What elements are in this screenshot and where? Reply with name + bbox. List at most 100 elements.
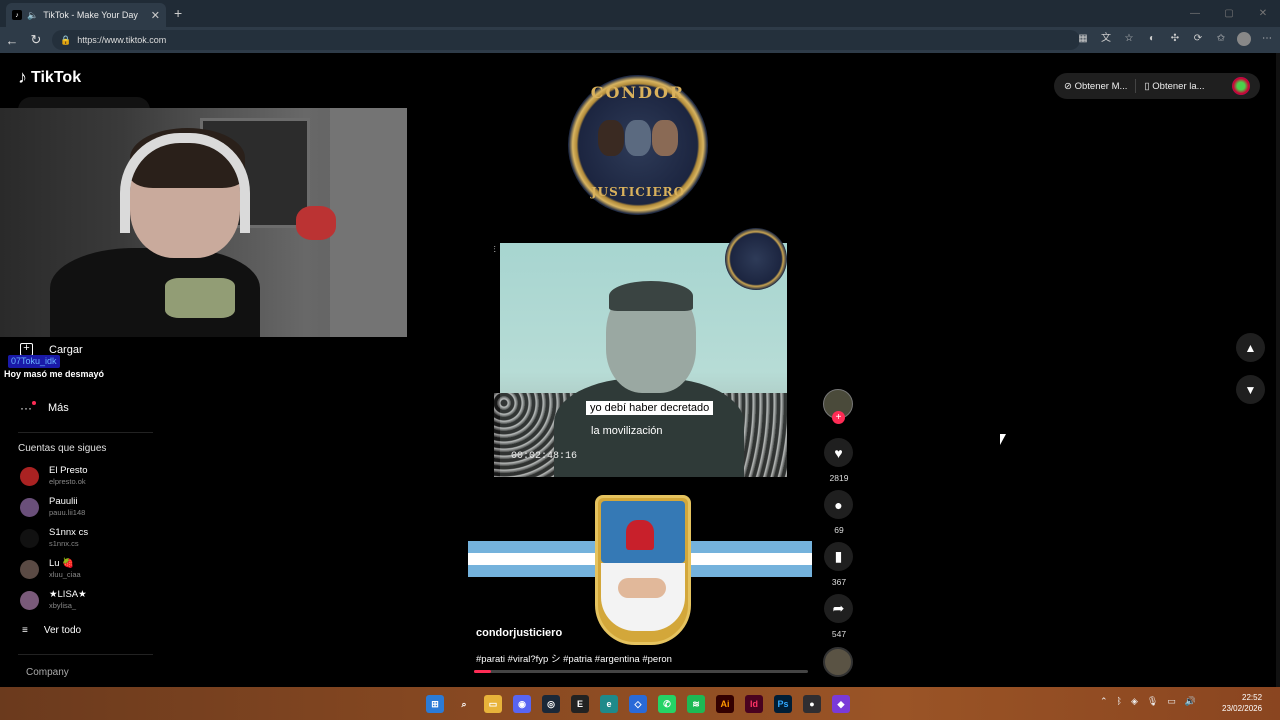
tiktok-note-icon: ♪ <box>18 67 27 87</box>
minimize-button[interactable]: — <box>1178 0 1212 27</box>
mouse-cursor-icon <box>1000 434 1006 445</box>
avatar <box>20 591 39 610</box>
sync-icon[interactable]: ⟳ <box>1191 32 1205 46</box>
divider <box>1135 79 1137 93</box>
microphone-icon[interactable]: 🎙 <box>1147 696 1158 707</box>
save-button[interactable]: ▮ <box>824 542 853 571</box>
tab-title: TikTok - Make Your Day <box>43 10 138 20</box>
extension-icon[interactable]: ◐ <box>1145 32 1159 46</box>
browser-titlebar: ♪ 🔈 TikTok - Make Your Day ✕ + — ▢ ✕ <box>0 0 1280 27</box>
menu-dots-icon[interactable]: ⋯ <box>1260 32 1274 46</box>
avatar <box>20 529 39 548</box>
tiktok-logo[interactable]: ♪ TikTok <box>18 67 81 88</box>
illustrator-icon[interactable]: Ai <box>716 695 734 713</box>
account-name: Pauulii <box>49 496 78 507</box>
new-tab-button[interactable]: + <box>174 5 182 21</box>
peronist-shield <box>595 495 691 645</box>
like-count: 2819 <box>829 473 849 483</box>
bluetooth-icon[interactable]: ᛒ <box>1117 696 1122 707</box>
address-bar-row: ← ↻ 🔒 https://www.tiktok.com ▦ 文 ☆ ◐ ✣ ⟳… <box>0 27 1280 53</box>
whatsapp-icon[interactable]: ✆ <box>658 695 676 713</box>
video-progress-bar[interactable] <box>474 670 808 673</box>
top-right-buttons: ⊘ Obtener M... ▯ Obtener la... <box>1054 73 1260 99</box>
speaker-icon[interactable]: 🔈 <box>27 10 38 21</box>
like-button[interactable]: ♥ <box>824 438 853 467</box>
close-window-button[interactable]: ✕ <box>1246 0 1280 27</box>
following-account[interactable]: Lu 🍓 xluu_ciaa <box>20 558 150 582</box>
user-avatar[interactable] <box>1232 77 1250 95</box>
heart-icon: ♥ <box>834 444 843 461</box>
indesign-icon[interactable]: Id <box>745 695 763 713</box>
video-caption[interactable]: #parati #viral?fyp シ #patria #argentina … <box>476 651 672 665</box>
music-disc-icon[interactable] <box>823 647 853 677</box>
grid-icon[interactable]: ▦ <box>1076 32 1090 46</box>
share-arrow-icon: ➦ <box>832 600 845 616</box>
follow-plus-icon[interactable]: + <box>832 411 845 424</box>
get-app-button[interactable]: ▯ Obtener la... <box>1144 81 1204 92</box>
photoshop-icon[interactable]: Ps <box>774 695 792 713</box>
file-explorer-icon[interactable]: ▭ <box>484 695 502 713</box>
avatar <box>20 467 39 486</box>
windows-start-icon[interactable]: ⊞ <box>426 695 444 713</box>
favorites-icon[interactable]: ✩ <box>1214 32 1228 46</box>
profile-icon[interactable] <box>1237 32 1251 46</box>
avatar <box>20 498 39 517</box>
previous-video-button[interactable]: ▲ <box>1236 333 1265 362</box>
video-progress-fill <box>474 670 491 673</box>
discord-icon[interactable]: ◉ <box>513 695 531 713</box>
page-scrollbar[interactable] <box>1276 53 1280 687</box>
browser-tab[interactable]: ♪ 🔈 TikTok - Make Your Day ✕ <box>6 3 166 27</box>
url-field[interactable]: 🔒 https://www.tiktok.com <box>52 30 1080 50</box>
video-player[interactable]: CONDOR JUSTICIERO PE yo debí haber decre… <box>468 53 812 679</box>
next-video-button[interactable]: ▼ <box>1236 375 1265 404</box>
app-icon[interactable]: ◆ <box>832 695 850 713</box>
video-creator-name[interactable]: condorjusticiero <box>476 627 562 639</box>
phrygian-cap <box>626 520 654 550</box>
comment-count: 69 <box>834 525 844 535</box>
steam-icon[interactable]: ◎ <box>542 695 560 713</box>
volume-icon[interactable]: 🔊 <box>1185 696 1196 707</box>
refresh-icon[interactable]: ↻ <box>24 32 48 48</box>
more-label: Más <box>48 402 69 414</box>
comment-button[interactable]: ● <box>824 490 853 519</box>
tab-close-button[interactable]: ✕ <box>151 9 160 22</box>
following-account[interactable]: S1nnx cs s1nnx.cs <box>20 527 150 551</box>
maximize-button[interactable]: ▢ <box>1212 0 1246 27</box>
windows-taskbar: ⊞ ⌕ ▭ ◉ ◎ E e ◇ ✆ ≋ Ai Id Ps ● ◆ ⌃ ᛒ ◈ 🎙… <box>0 687 1280 720</box>
chevron-up-icon[interactable]: ⌃ <box>1100 696 1108 707</box>
edge-icon[interactable]: e <box>600 695 618 713</box>
list-icon: ≡ <box>22 625 28 636</box>
epic-games-icon[interactable]: E <box>571 695 589 713</box>
tiktok-favicon-icon: ♪ <box>12 10 22 20</box>
share-count: 547 <box>831 629 847 639</box>
star-icon[interactable]: ☆ <box>1122 32 1136 46</box>
browser-icon[interactable]: ◇ <box>629 695 647 713</box>
logo-top-text: CONDOR <box>590 83 686 102</box>
defender-icon[interactable]: ◈ <box>1131 696 1138 707</box>
share-button[interactable]: ➦ <box>824 594 853 623</box>
company-link[interactable]: Company <box>26 667 69 678</box>
back-arrow-icon[interactable]: ← <box>0 33 24 48</box>
lock-icon: 🔒 <box>60 34 72 45</box>
puzzle-icon[interactable]: ✣ <box>1168 32 1182 46</box>
system-clock[interactable]: 22:52 23/02/2026 <box>1222 692 1262 714</box>
account-name: S1nnx cs <box>49 527 89 538</box>
chat-overlay-username: 07Toku_idk <box>8 355 60 368</box>
display-icon[interactable]: ▭ <box>1167 696 1176 707</box>
see-all-following[interactable]: ≡ Ver todo <box>22 625 81 636</box>
sidebar-item-more[interactable]: ··· Más <box>20 401 69 415</box>
comment-icon: ● <box>834 496 843 513</box>
chevron-down-icon: ▼ <box>1244 382 1257 397</box>
search-icon[interactable]: ⌕ <box>455 695 473 713</box>
mini-condor-logo <box>725 228 787 290</box>
taskbar-apps: ⊞ ⌕ ▭ ◉ ◎ E e ◇ ✆ ≋ Ai Id Ps ● ◆ <box>426 695 850 713</box>
following-account[interactable]: El Presto elpresto.ok <box>20 465 150 489</box>
following-account[interactable]: Pauulii pauu.lii148 <box>20 496 150 520</box>
translate-icon[interactable]: 文 <box>1099 32 1113 46</box>
get-coins-button[interactable]: ⊘ Obtener M... <box>1064 81 1127 92</box>
obs-icon[interactable]: ● <box>803 695 821 713</box>
logo-bottom-text: JUSTICIERO <box>590 185 686 199</box>
spotify-icon[interactable]: ≋ <box>687 695 705 713</box>
url-text: https://www.tiktok.com <box>77 35 167 45</box>
following-account[interactable]: ★LISA★ xbylisa_ <box>20 589 150 613</box>
